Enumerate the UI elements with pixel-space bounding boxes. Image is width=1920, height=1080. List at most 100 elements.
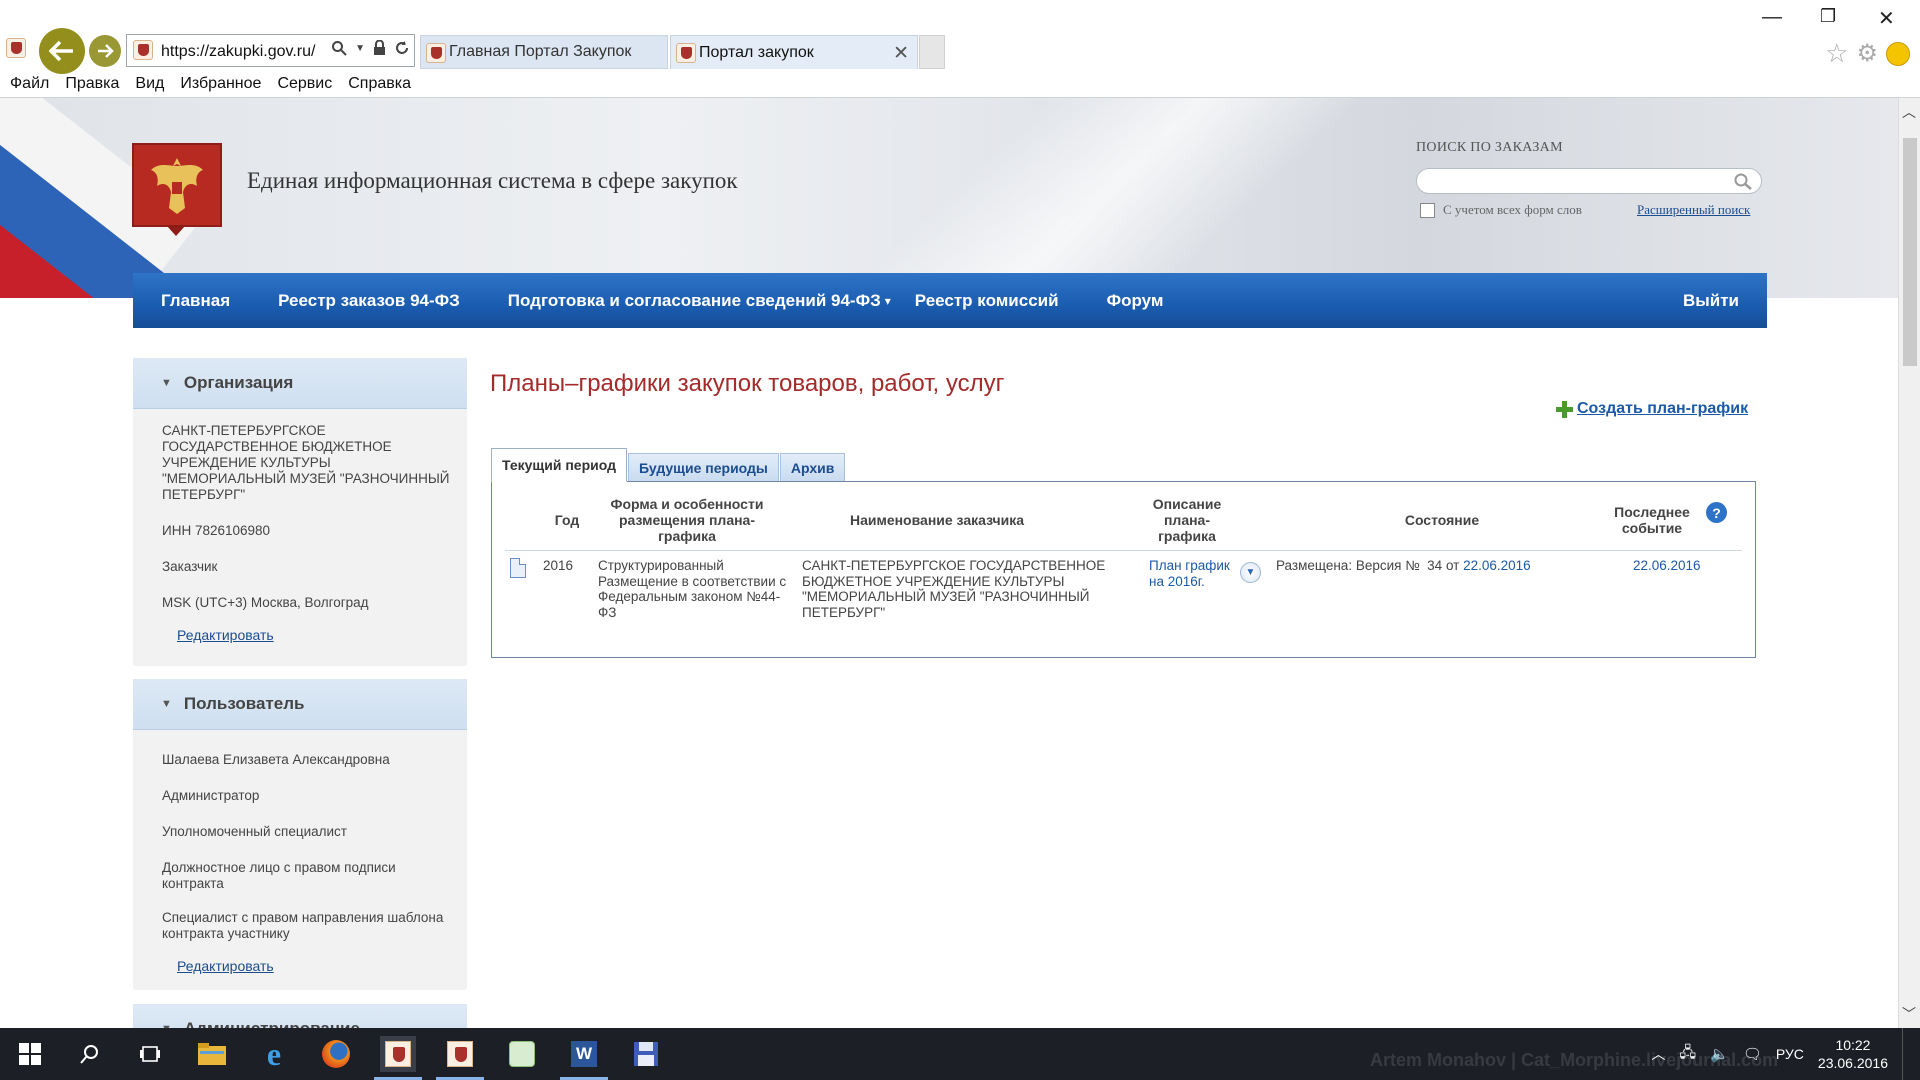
search-icon — [80, 1045, 98, 1064]
help-icon[interactable]: ? — [1706, 502, 1727, 523]
refresh-icon[interactable] — [394, 40, 410, 56]
internet-explorer-button[interactable]: e — [256, 1036, 292, 1072]
menu-edit[interactable]: Правка — [65, 73, 119, 97]
tab-archive[interactable]: Архив — [779, 453, 846, 482]
portal-window-button[interactable] — [374, 1036, 422, 1080]
expand-dropdown-icon[interactable]: ▼ — [1240, 562, 1261, 583]
browser-chrome: https://zakupki.gov.ru/ ▼ Главная Портал… — [0, 0, 1920, 98]
forward-button[interactable] — [89, 35, 121, 67]
dropdown-icon[interactable]: ▼ — [355, 43, 365, 54]
search-icon[interactable] — [331, 40, 347, 56]
logout-link[interactable]: Выйти — [1683, 291, 1739, 311]
scroll-up-icon[interactable]: ︿ — [1902, 102, 1916, 122]
back-button[interactable] — [39, 28, 85, 74]
nav-commissions[interactable]: Реестр комиссий — [915, 291, 1059, 311]
notifications-icon[interactable]: 🗨 — [1743, 1045, 1762, 1063]
search-button[interactable] — [72, 1036, 108, 1072]
chevron-down-icon[interactable]: ▾ — [885, 294, 891, 308]
nav-forum[interactable]: Форум — [1107, 291, 1164, 311]
file-explorer-button[interactable] — [194, 1036, 230, 1072]
state-date-link[interactable]: 22.06.2016 — [1463, 558, 1531, 573]
word-forms-checkbox[interactable] — [1420, 202, 1435, 218]
portal-favicon-icon — [447, 1041, 473, 1067]
last-event-link[interactable]: 22.06.2016 — [1633, 558, 1701, 574]
scrollbar-thumb[interactable] — [1903, 138, 1917, 366]
menu-help[interactable]: Справка — [348, 73, 411, 97]
volume-icon[interactable]: 🔈 — [1710, 1045, 1729, 1063]
address-bar[interactable]: https://zakupki.gov.ru/ ▼ — [126, 34, 415, 67]
firefox-button[interactable] — [318, 1036, 354, 1072]
save-app-button[interactable] — [628, 1036, 664, 1072]
ie-app-button[interactable] — [504, 1036, 540, 1072]
column-header-customer: Наименование заказчика — [849, 512, 1025, 528]
vertical-scrollbar[interactable]: ︿ ﹀ — [1898, 98, 1920, 1028]
menu-favorites[interactable]: Избранное — [180, 73, 261, 97]
settings-gear-icon[interactable]: ⚙ — [1856, 39, 1878, 68]
organization-panel-header[interactable]: ▼ Организация — [133, 358, 467, 409]
scroll-down-icon[interactable]: ﹀ — [1902, 1004, 1916, 1024]
coat-of-arms-logo[interactable] — [132, 143, 222, 227]
new-tab-button[interactable] — [919, 35, 945, 69]
organization-timezone: MSK (UTC+3) Москва, Волгоград — [162, 595, 369, 610]
create-plan-label: Создать план-график — [1577, 400, 1749, 417]
system-clock[interactable]: 10:22 23.06.2016 — [1818, 1036, 1888, 1072]
collapse-arrow-icon[interactable]: ▼ — [161, 698, 172, 710]
user-panel-header[interactable]: ▼ Пользователь — [133, 679, 467, 730]
nav-home[interactable]: Главная — [161, 291, 230, 311]
site-favicon — [6, 38, 26, 58]
menu-file[interactable]: Файл — [10, 73, 49, 97]
tab-current-period[interactable]: Текущий период — [491, 448, 628, 482]
administration-panel-title: Администрирование — [184, 1019, 360, 1028]
order-search-input[interactable] — [1416, 168, 1762, 194]
collapse-arrow-icon[interactable]: ▼ — [161, 377, 172, 389]
windows-taskbar: Artem Monahov | Cat_Morphine.livejournal… — [0, 1028, 1920, 1080]
minimize-icon[interactable]: — — [1762, 6, 1782, 29]
site-title: Единая информационная система в сфере за… — [247, 168, 738, 193]
clock-date: 23.06.2016 — [1817, 1055, 1888, 1071]
menu-bar: Файл Правка Вид Избранное Сервис Справка — [0, 73, 427, 97]
start-button[interactable] — [12, 1036, 48, 1072]
administration-panel-header[interactable]: ▼ Администрирование — [133, 1004, 467, 1028]
plan-description-link[interactable]: План график на 2016г. — [1149, 558, 1239, 589]
tray-chevron-up-icon[interactable]: ︿ — [1651, 1044, 1665, 1064]
favorites-star-icon[interactable]: ☆ — [1825, 38, 1848, 69]
tab-favicon — [426, 43, 446, 63]
user-role: Администратор — [162, 788, 260, 803]
network-icon[interactable]: 🖧 — [1679, 1042, 1696, 1067]
ie-logo-icon: e — [266, 1035, 282, 1072]
edit-organization-link[interactable]: Редактировать — [177, 627, 274, 643]
column-header-last-event: Последнее событие — [1614, 504, 1690, 536]
close-tab-icon[interactable]: ✕ — [893, 42, 909, 65]
edit-user-link[interactable]: Редактировать — [177, 958, 274, 974]
state-text: Размещена: Версия № 34 от — [1276, 558, 1464, 573]
language-indicator[interactable]: РУС — [1776, 1046, 1804, 1062]
tab-main-portal[interactable]: Главная Портал Закупок — [420, 35, 668, 69]
task-view-button[interactable] — [132, 1036, 168, 1072]
tab-future-periods[interactable]: Будущие периоды — [628, 453, 779, 482]
restore-icon[interactable]: ❐ — [1820, 6, 1836, 27]
word-button[interactable]: W — [560, 1036, 608, 1080]
feedback-smiley-icon[interactable] — [1886, 41, 1910, 66]
menu-tools[interactable]: Сервис — [277, 73, 332, 97]
create-plan-link[interactable]: Создать план-график — [1556, 400, 1748, 418]
nav-registry-94[interactable]: Реестр заказов 94-ФЗ — [278, 291, 460, 311]
tab-procurement-portal[interactable]: Портал закупок ✕ — [670, 35, 918, 69]
portal-favicon-icon — [385, 1041, 411, 1067]
column-header-year: Год — [554, 512, 580, 528]
plus-icon — [1556, 400, 1573, 418]
close-window-icon[interactable]: ✕ — [1878, 6, 1895, 31]
period-tabs: Текущий период Будущие периоды Архив — [491, 448, 846, 482]
lock-icon[interactable] — [373, 40, 386, 56]
administration-panel: ▼ Администрирование — [133, 1004, 467, 1028]
nav-preparation[interactable]: Подготовка и согласование сведений 94-ФЗ — [508, 291, 881, 311]
user-role: Уполномоченный специалист — [162, 824, 347, 839]
show-desktop-button[interactable] — [1902, 1028, 1908, 1080]
search-icon[interactable] — [1733, 172, 1753, 192]
portal-window-button-2[interactable] — [436, 1036, 484, 1080]
cell-form: Структурированный Размещение в соответст… — [598, 558, 787, 620]
folder-icon — [198, 1043, 226, 1065]
advanced-search-link[interactable]: Расширенный поиск — [1637, 202, 1750, 218]
menu-view[interactable]: Вид — [135, 73, 164, 97]
document-icon[interactable] — [510, 558, 526, 578]
address-url[interactable]: https://zakupki.gov.ru/ — [161, 43, 316, 61]
